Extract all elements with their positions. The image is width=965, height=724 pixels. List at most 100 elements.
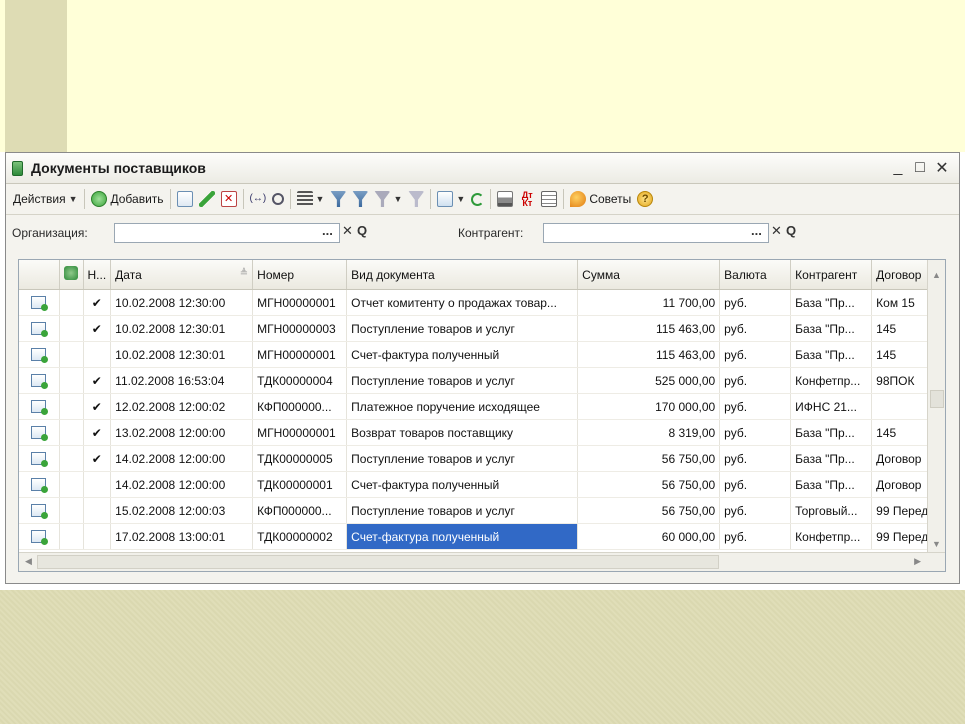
cell-counterparty[interactable]: База "Пр... [790, 289, 873, 316]
print-button[interactable] [494, 188, 516, 210]
cell-counterparty[interactable]: ИФНС 21... [790, 393, 873, 420]
cell-date[interactable]: 10.02.2008 12:30:00 [110, 289, 254, 316]
cell-number[interactable]: КФП000000... [252, 393, 348, 420]
filter-history-button[interactable]: ▼ [371, 188, 405, 210]
cell-date[interactable]: 10.02.2008 12:30:01 [110, 315, 254, 342]
column-header-attachment[interactable] [59, 260, 84, 290]
cell-icon[interactable] [19, 393, 60, 420]
cell-counterparty[interactable]: Торговый... [790, 497, 873, 524]
cell-icon[interactable] [19, 289, 60, 316]
window-titlebar[interactable]: Документы поставщиков _ □ ✕ [6, 153, 959, 184]
cell-number[interactable]: ТДК00000002 [252, 523, 348, 550]
counterparty-search-button[interactable]: Q [786, 223, 796, 238]
cell-number[interactable]: МГН00000003 [252, 315, 348, 342]
cell-icon[interactable] [19, 523, 60, 550]
cell-sum[interactable]: 56 750,00 [577, 445, 721, 472]
cell-icon[interactable] [19, 315, 60, 342]
column-header-counterparty[interactable]: Контрагент [790, 260, 873, 290]
table-row[interactable]: 17.02.2008 13:00:01 ТДК00000002 Счет-факту… [19, 523, 937, 550]
scroll-left-icon[interactable]: ◀ [25, 556, 32, 567]
cell-sum[interactable]: 56 750,00 [577, 497, 721, 524]
cell-sum[interactable]: 56 750,00 [577, 471, 721, 498]
based-on-button[interactable]: ▼ [434, 188, 468, 210]
cell-counterparty[interactable]: База "Пр... [790, 471, 873, 498]
cell-kind[interactable]: Поступление товаров и услуг [346, 367, 579, 394]
cell-kind[interactable]: Платежное поручение исходящее [346, 393, 579, 420]
table-row[interactable]: ✔ 12.02.2008 12:00:02 КФП000000... Платежно… [19, 393, 937, 420]
cell-attachment[interactable] [59, 393, 84, 420]
cell-posted[interactable]: ✔ [83, 289, 112, 316]
column-header-kind[interactable]: Вид документа [346, 260, 579, 290]
cell-currency[interactable]: руб. [719, 523, 792, 550]
cell-kind[interactable]: Поступление товаров и услуг [346, 497, 579, 524]
table-row[interactable]: 10.02.2008 12:30:01 МГН00000001 Счет-факту… [19, 341, 937, 368]
cell-currency[interactable]: руб. [719, 315, 792, 342]
organization-input[interactable] [114, 223, 340, 243]
tips-button[interactable]: Советы [567, 188, 634, 210]
cell-attachment[interactable] [59, 367, 84, 394]
cell-number[interactable]: МГН00000001 [252, 289, 348, 316]
scroll-down-icon[interactable]: ▼ [932, 539, 941, 549]
copy-button[interactable] [174, 188, 196, 210]
cell-kind[interactable]: Поступление товаров и услуг [346, 445, 579, 472]
cell-date[interactable]: 12.02.2008 12:00:02 [110, 393, 254, 420]
cell-currency[interactable]: руб. [719, 367, 792, 394]
cell-date[interactable]: 13.02.2008 12:00:00 [110, 419, 254, 446]
column-header-date[interactable]: Дата ≜ [110, 260, 254, 290]
column-header-posted[interactable]: Н... [83, 260, 112, 290]
cell-sum[interactable]: 170 000,00 [577, 393, 721, 420]
cell-counterparty[interactable]: Конфетпр... [790, 523, 873, 550]
cell-number[interactable]: КФП000000... [252, 497, 348, 524]
cell-date[interactable]: 11.02.2008 16:53:04 [110, 367, 254, 394]
cell-kind[interactable]: Счет-фактура полученный [346, 341, 579, 368]
cell-attachment[interactable] [59, 497, 84, 524]
organization-search-button[interactable]: Q [357, 223, 367, 238]
cell-number[interactable]: ТДК00000001 [252, 471, 348, 498]
cell-posted[interactable]: ✔ [83, 419, 112, 446]
clear-filter-button[interactable] [405, 188, 427, 210]
table-row[interactable]: ✔ 13.02.2008 12:00:00 МГН00000001 Возврат т… [19, 419, 937, 446]
cell-sum[interactable]: 115 463,00 [577, 341, 721, 368]
cell-attachment[interactable] [59, 471, 84, 498]
cell-sum[interactable]: 525 000,00 [577, 367, 721, 394]
counterparty-clear-button[interactable]: ✕ [771, 223, 782, 239]
cell-attachment[interactable] [59, 445, 84, 472]
cell-number[interactable]: ТДК00000004 [252, 367, 348, 394]
cell-posted[interactable]: ✔ [83, 367, 112, 394]
structure-button[interactable]: ▼ [294, 188, 328, 210]
cell-posted[interactable]: ✔ [83, 393, 112, 420]
cell-date[interactable]: 10.02.2008 12:30:01 [110, 341, 254, 368]
cell-kind[interactable]: Поступление товаров и услуг [346, 315, 579, 342]
cell-counterparty[interactable]: База "Пр... [790, 341, 873, 368]
organization-clear-button[interactable]: ✕ [342, 223, 353, 239]
cell-currency[interactable]: руб. [719, 445, 792, 472]
maximize-button[interactable]: □ [909, 159, 931, 177]
table-row[interactable]: ✔ 14.02.2008 12:00:00 ТДК00000005 Поступлен… [19, 445, 937, 472]
cell-date[interactable]: 17.02.2008 13:00:01 [110, 523, 254, 550]
cell-date[interactable]: 15.02.2008 12:00:03 [110, 497, 254, 524]
cell-number[interactable]: ТДК00000005 [252, 445, 348, 472]
scroll-up-icon[interactable]: ▲ [932, 270, 941, 280]
cell-sum[interactable]: 8 319,00 [577, 419, 721, 446]
journal-button[interactable] [538, 188, 560, 210]
cell-date[interactable]: 14.02.2008 12:00:00 [110, 445, 254, 472]
cell-posted[interactable]: ✔ [83, 445, 112, 472]
cell-sum[interactable]: 115 463,00 [577, 315, 721, 342]
cell-currency[interactable]: руб. [719, 419, 792, 446]
cell-posted[interactable] [83, 471, 112, 498]
cell-attachment[interactable] [59, 315, 84, 342]
minimize-button[interactable]: _ [887, 159, 909, 177]
movements-button[interactable]: Дт Кт [516, 188, 538, 210]
delete-button[interactable]: ✕ [218, 188, 240, 210]
cell-sum[interactable]: 60 000,00 [577, 523, 721, 550]
cell-kind[interactable]: Возврат товаров поставщику [346, 419, 579, 446]
cell-icon[interactable] [19, 497, 60, 524]
cell-sum[interactable]: 11 700,00 [577, 289, 721, 316]
cell-number[interactable]: МГН00000001 [252, 341, 348, 368]
cell-kind[interactable]: Отчет комитенту о продажах товар... [346, 289, 579, 316]
edit-button[interactable] [196, 188, 218, 210]
cell-posted[interactable] [83, 523, 112, 550]
cell-icon[interactable] [19, 471, 60, 498]
cell-counterparty[interactable]: База "Пр... [790, 419, 873, 446]
cell-currency[interactable]: руб. [719, 497, 792, 524]
